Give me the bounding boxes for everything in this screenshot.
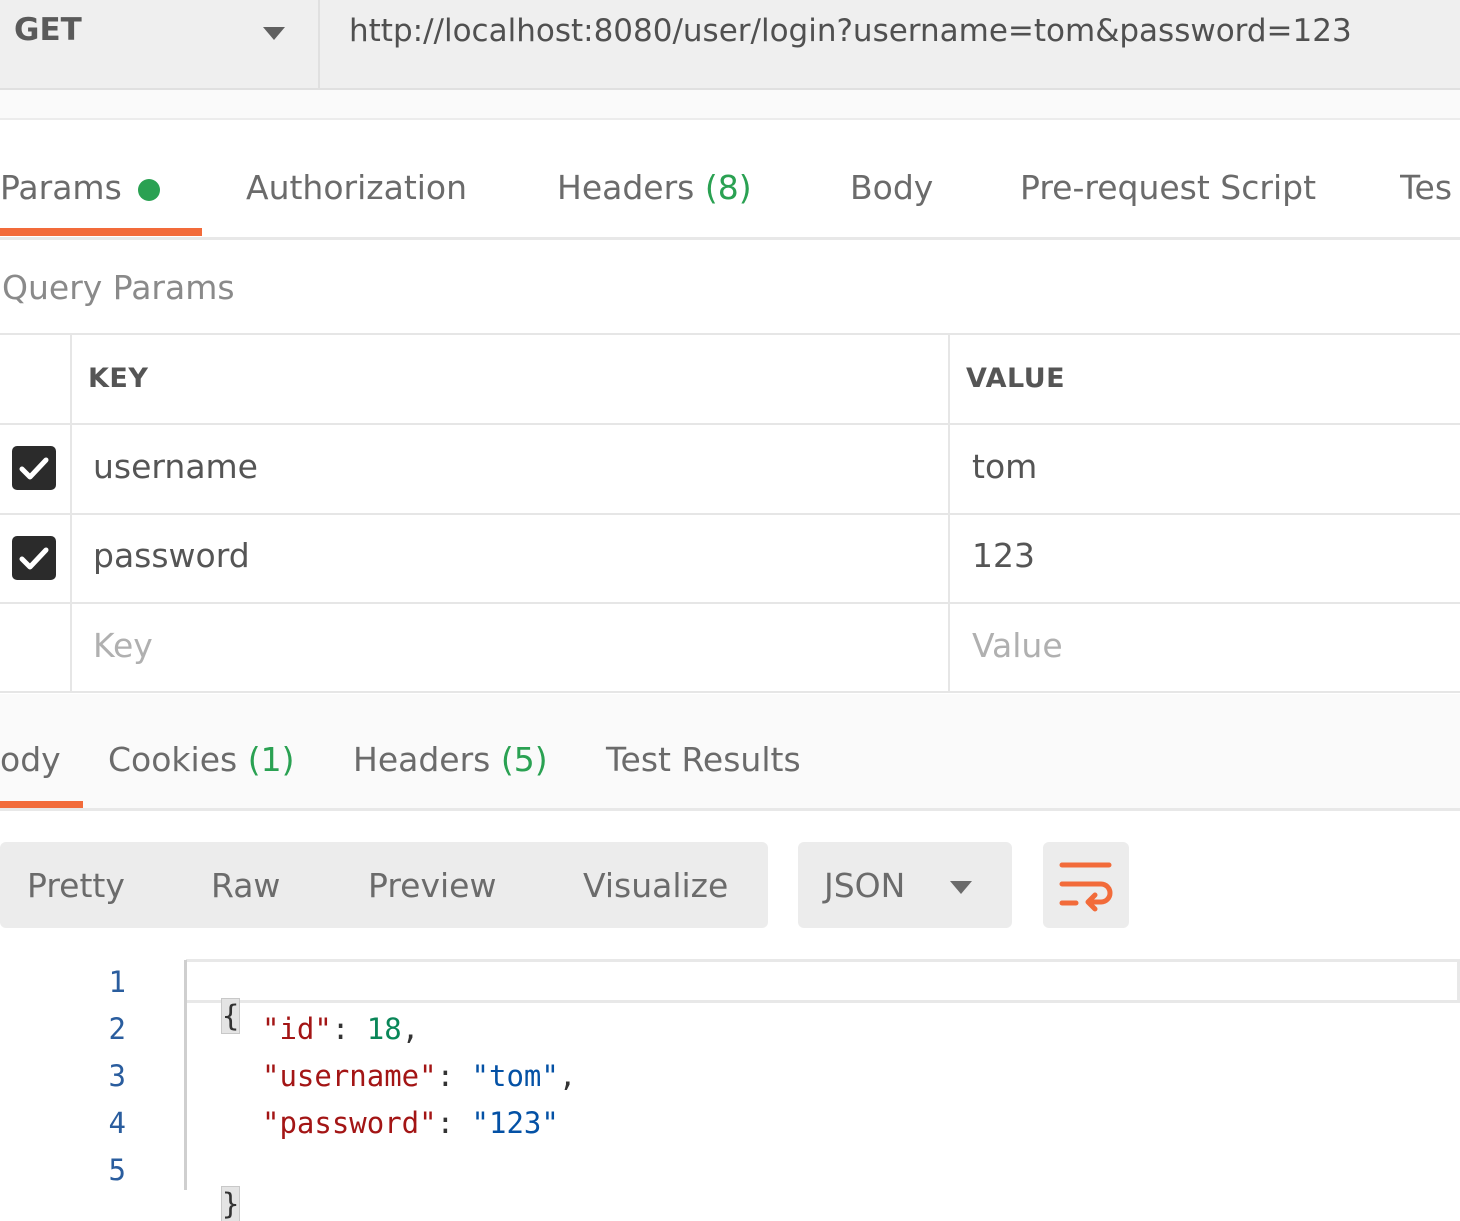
current-line-highlight [186, 959, 1460, 1003]
code-line: } [187, 1153, 241, 1221]
json-trail: , [401, 1012, 420, 1046]
code-line: { [187, 965, 241, 1034]
tab-tests-label: Tes [1400, 168, 1453, 207]
wrap-lines-icon [1059, 862, 1113, 912]
param-checkbox[interactable] [12, 536, 56, 580]
tab-body[interactable]: Body [850, 168, 933, 207]
line-number: 2 [108, 1012, 126, 1046]
column-header-value: VALUE [966, 363, 1066, 394]
line-number: 4 [108, 1106, 126, 1140]
tab-authorization[interactable]: Authorization [246, 168, 467, 207]
tab-response-headers-count: (5) [500, 740, 548, 779]
json-key: "username" [262, 1059, 437, 1093]
divider [0, 333, 1460, 335]
code-line: "username": "tom", [262, 1059, 576, 1093]
tab-response-headers[interactable]: Headers (5) [353, 740, 548, 779]
wrap-lines-button[interactable] [1043, 842, 1129, 928]
json-key: "password" [262, 1106, 437, 1140]
line-number: 1 [108, 965, 126, 999]
divider [0, 513, 1460, 515]
tab-cookies-count: (1) [247, 740, 295, 779]
param-value[interactable]: 123 [972, 536, 1035, 575]
method-select[interactable]: GET [0, 0, 320, 88]
divider [0, 237, 1460, 240]
divider [0, 602, 1460, 604]
json-sep: : [436, 1059, 472, 1093]
divider [0, 808, 1460, 811]
tab-cookies-label: Cookies [108, 740, 238, 779]
tab-body-label: Body [850, 168, 934, 207]
chevron-down-icon [950, 881, 972, 894]
divider [0, 90, 1460, 120]
json-value: 18 [366, 1012, 402, 1046]
json-brace: } [220, 1186, 241, 1221]
json-sep: : [436, 1106, 472, 1140]
format-select[interactable]: JSON [798, 842, 1012, 928]
divider [70, 335, 72, 692]
tab-pre-request-script-label: Pre-request Script [1020, 168, 1317, 207]
tab-test-results-label: Test Results [606, 740, 801, 779]
tab-authorization-label: Authorization [246, 168, 468, 207]
tab-pre-request-script[interactable]: Pre-request Script [1020, 168, 1316, 207]
divider [0, 423, 1460, 425]
json-value: "123" [471, 1106, 559, 1140]
view-visualize-button[interactable]: Visualize [583, 866, 728, 905]
line-number: 5 [108, 1153, 126, 1187]
tab-response-body[interactable]: ody [0, 740, 61, 779]
new-param-key-input[interactable]: Key [93, 626, 153, 665]
check-icon [19, 547, 49, 570]
url-input[interactable] [349, 9, 1449, 53]
tab-response-headers-label: Headers [353, 740, 491, 779]
tab-response-body-label: ody [0, 740, 61, 779]
json-sep: : [331, 1012, 367, 1046]
method-label: GET [14, 12, 82, 48]
format-label: JSON [824, 866, 906, 905]
view-pretty-button[interactable]: Pretty [27, 866, 125, 905]
tab-tests[interactable]: Tes [1400, 168, 1460, 207]
view-preview-button[interactable]: Preview [368, 866, 496, 905]
active-tab-indicator [0, 228, 202, 236]
tab-params[interactable]: Params [0, 168, 122, 207]
tab-params-label: Params [0, 168, 122, 207]
column-header-key: KEY [88, 363, 149, 394]
json-value: "tom" [471, 1059, 559, 1093]
json-brace: { [220, 998, 241, 1034]
json-trail: , [558, 1059, 577, 1093]
tab-headers-count: (8) [704, 168, 752, 207]
tab-test-results[interactable]: Test Results [606, 740, 801, 779]
params-active-dot [138, 179, 160, 201]
param-value[interactable]: tom [972, 447, 1037, 486]
chevron-down-icon [263, 27, 285, 40]
param-checkbox[interactable] [12, 446, 56, 490]
tab-headers-label: Headers [557, 168, 695, 207]
section-title: Query Params [2, 268, 235, 307]
code-line: "password": "123" [262, 1106, 559, 1140]
check-icon [19, 457, 49, 480]
param-key[interactable]: username [93, 447, 258, 486]
code-line: "id": 18, [262, 1012, 419, 1046]
param-key[interactable]: password [93, 536, 250, 575]
tab-headers[interactable]: Headers (8) [557, 168, 752, 207]
divider [948, 335, 950, 692]
view-raw-button[interactable]: Raw [211, 866, 280, 905]
json-key: "id" [262, 1012, 332, 1046]
tab-cookies[interactable]: Cookies (1) [108, 740, 294, 779]
new-param-value-input[interactable]: Value [972, 626, 1063, 665]
divider [0, 691, 1460, 693]
line-number: 3 [108, 1059, 126, 1093]
